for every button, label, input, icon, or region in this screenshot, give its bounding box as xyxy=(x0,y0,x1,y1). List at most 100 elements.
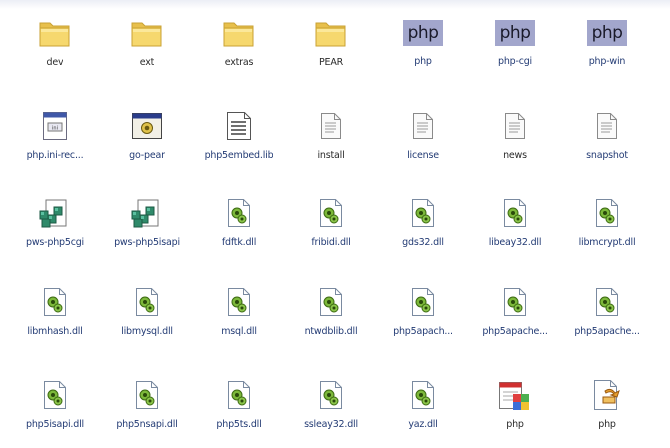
file-item[interactable]: ini php.ini-rec... xyxy=(9,102,101,189)
file-name-label: php xyxy=(506,419,524,430)
file-name-label: news xyxy=(503,150,527,161)
file-name-label: pws-php5cgi xyxy=(26,237,84,248)
icon-grid: dev ext extras PEAR php php php php-cgi php ph… xyxy=(9,9,653,448)
dll-file-icon xyxy=(497,195,533,231)
file-name-label: php.ini-rec... xyxy=(26,150,84,161)
file-item[interactable]: msql.dll xyxy=(193,278,285,371)
file-name-label: snapshot xyxy=(586,150,628,161)
file-item[interactable]: install xyxy=(285,102,377,189)
dll-file-icon xyxy=(221,284,257,320)
file-item[interactable]: fdftk.dll xyxy=(193,189,285,278)
file-item[interactable]: php5apache... xyxy=(469,278,561,371)
file-name-label: yaz.dll xyxy=(408,419,438,430)
text-file-icon xyxy=(405,108,441,144)
dll-file-icon xyxy=(221,377,257,413)
ini-file-icon: ini xyxy=(37,108,73,144)
text-file-icon xyxy=(313,108,349,144)
dll-file-icon xyxy=(405,377,441,413)
file-name-label: fdftk.dll xyxy=(221,237,257,248)
file-item[interactable]: go-pear xyxy=(101,102,193,189)
file-item[interactable]: license xyxy=(377,102,469,189)
dll-file-icon xyxy=(589,284,625,320)
file-item[interactable]: php5isapi.dll xyxy=(9,371,101,448)
file-name-label: php5ts.dll xyxy=(216,419,262,430)
file-name-label: libeay32.dll xyxy=(488,237,542,248)
file-item[interactable]: php5ts.dll xyxy=(193,371,285,448)
dll-file-icon xyxy=(37,284,73,320)
folder-icon xyxy=(129,15,165,51)
file-item[interactable]: php php xyxy=(377,9,469,102)
file-item[interactable]: php5apach... xyxy=(377,278,469,371)
file-item[interactable]: php xyxy=(561,371,653,448)
file-item[interactable]: ssleay32.dll xyxy=(285,371,377,448)
dll-file-icon xyxy=(37,377,73,413)
file-name-label: ntwdblib.dll xyxy=(304,326,358,337)
file-name-label: ext xyxy=(139,57,155,68)
file-item[interactable]: ntwdblib.dll xyxy=(285,278,377,371)
file-name-label: libmhash.dll xyxy=(27,326,83,337)
file-name-label: install xyxy=(317,150,345,161)
file-item[interactable]: snapshot xyxy=(561,102,653,189)
svg-text:ini: ini xyxy=(52,126,58,132)
dll-file-icon xyxy=(129,284,165,320)
file-name-label: gds32.dll xyxy=(402,237,444,248)
php-exe-icon: php xyxy=(587,20,627,46)
php-exe-icon: php xyxy=(403,20,443,46)
folder-icon xyxy=(221,15,257,51)
file-item[interactable]: news xyxy=(469,102,561,189)
file-item[interactable]: php5embed.lib xyxy=(193,102,285,189)
file-name-label: PEAR xyxy=(318,57,344,68)
file-item[interactable]: libmcrypt.dll xyxy=(561,189,653,278)
file-item[interactable]: libmysql.dll xyxy=(101,278,193,371)
file-item[interactable]: ext xyxy=(101,9,193,102)
file-name-label: fribidi.dll xyxy=(311,237,351,248)
file-list-view: dev ext extras PEAR php php php php-cgi php ph… xyxy=(0,0,670,448)
file-item[interactable]: pws-php5isapi xyxy=(101,189,193,278)
file-item[interactable]: extras xyxy=(193,9,285,102)
file-item[interactable]: libeay32.dll xyxy=(469,189,561,278)
file-item[interactable]: yaz.dll xyxy=(377,371,469,448)
file-item[interactable]: PEAR xyxy=(285,9,377,102)
registry-file-icon xyxy=(37,195,73,231)
file-name-label: php xyxy=(414,56,432,67)
dll-file-icon xyxy=(497,284,533,320)
dll-file-icon xyxy=(129,377,165,413)
file-item[interactable]: php php-win xyxy=(561,9,653,102)
php-ini-settings-icon xyxy=(497,377,533,413)
file-name-label: msql.dll xyxy=(221,326,257,337)
lib-file-icon xyxy=(221,108,257,144)
dll-file-icon xyxy=(221,195,257,231)
file-item[interactable]: pws-php5cgi xyxy=(9,189,101,278)
file-name-label: php5apache... xyxy=(482,326,548,337)
file-item[interactable]: php xyxy=(469,371,561,448)
file-item[interactable]: gds32.dll xyxy=(377,189,469,278)
file-item[interactable]: fribidi.dll xyxy=(285,189,377,278)
file-name-label: php5apach... xyxy=(393,326,453,337)
file-item[interactable]: php php-cgi xyxy=(469,9,561,102)
registry-file-icon xyxy=(129,195,165,231)
file-name-label: php xyxy=(598,419,616,430)
text-file-icon xyxy=(497,108,533,144)
file-item[interactable]: php5apache... xyxy=(561,278,653,371)
dll-file-icon xyxy=(313,377,349,413)
php-script-icon xyxy=(589,377,625,413)
dll-file-icon xyxy=(405,195,441,231)
php-exe-icon: php xyxy=(495,20,535,46)
batch-file-icon xyxy=(129,108,165,144)
folder-icon xyxy=(313,15,349,51)
file-item[interactable]: libmhash.dll xyxy=(9,278,101,371)
file-name-label: php5apache... xyxy=(574,326,640,337)
file-item[interactable]: php5nsapi.dll xyxy=(101,371,193,448)
file-name-label: dev xyxy=(46,57,64,68)
file-name-label: ssleay32.dll xyxy=(304,419,358,430)
file-name-label: php5embed.lib xyxy=(204,150,274,161)
dll-file-icon xyxy=(405,284,441,320)
dll-file-icon xyxy=(313,284,349,320)
dll-file-icon xyxy=(589,195,625,231)
file-item[interactable]: dev xyxy=(9,9,101,102)
file-name-label: license xyxy=(407,150,439,161)
file-name-label: php5nsapi.dll xyxy=(116,419,178,430)
text-file-icon xyxy=(589,108,625,144)
view-top-edge xyxy=(0,0,670,9)
file-name-label: pws-php5isapi xyxy=(114,237,180,248)
